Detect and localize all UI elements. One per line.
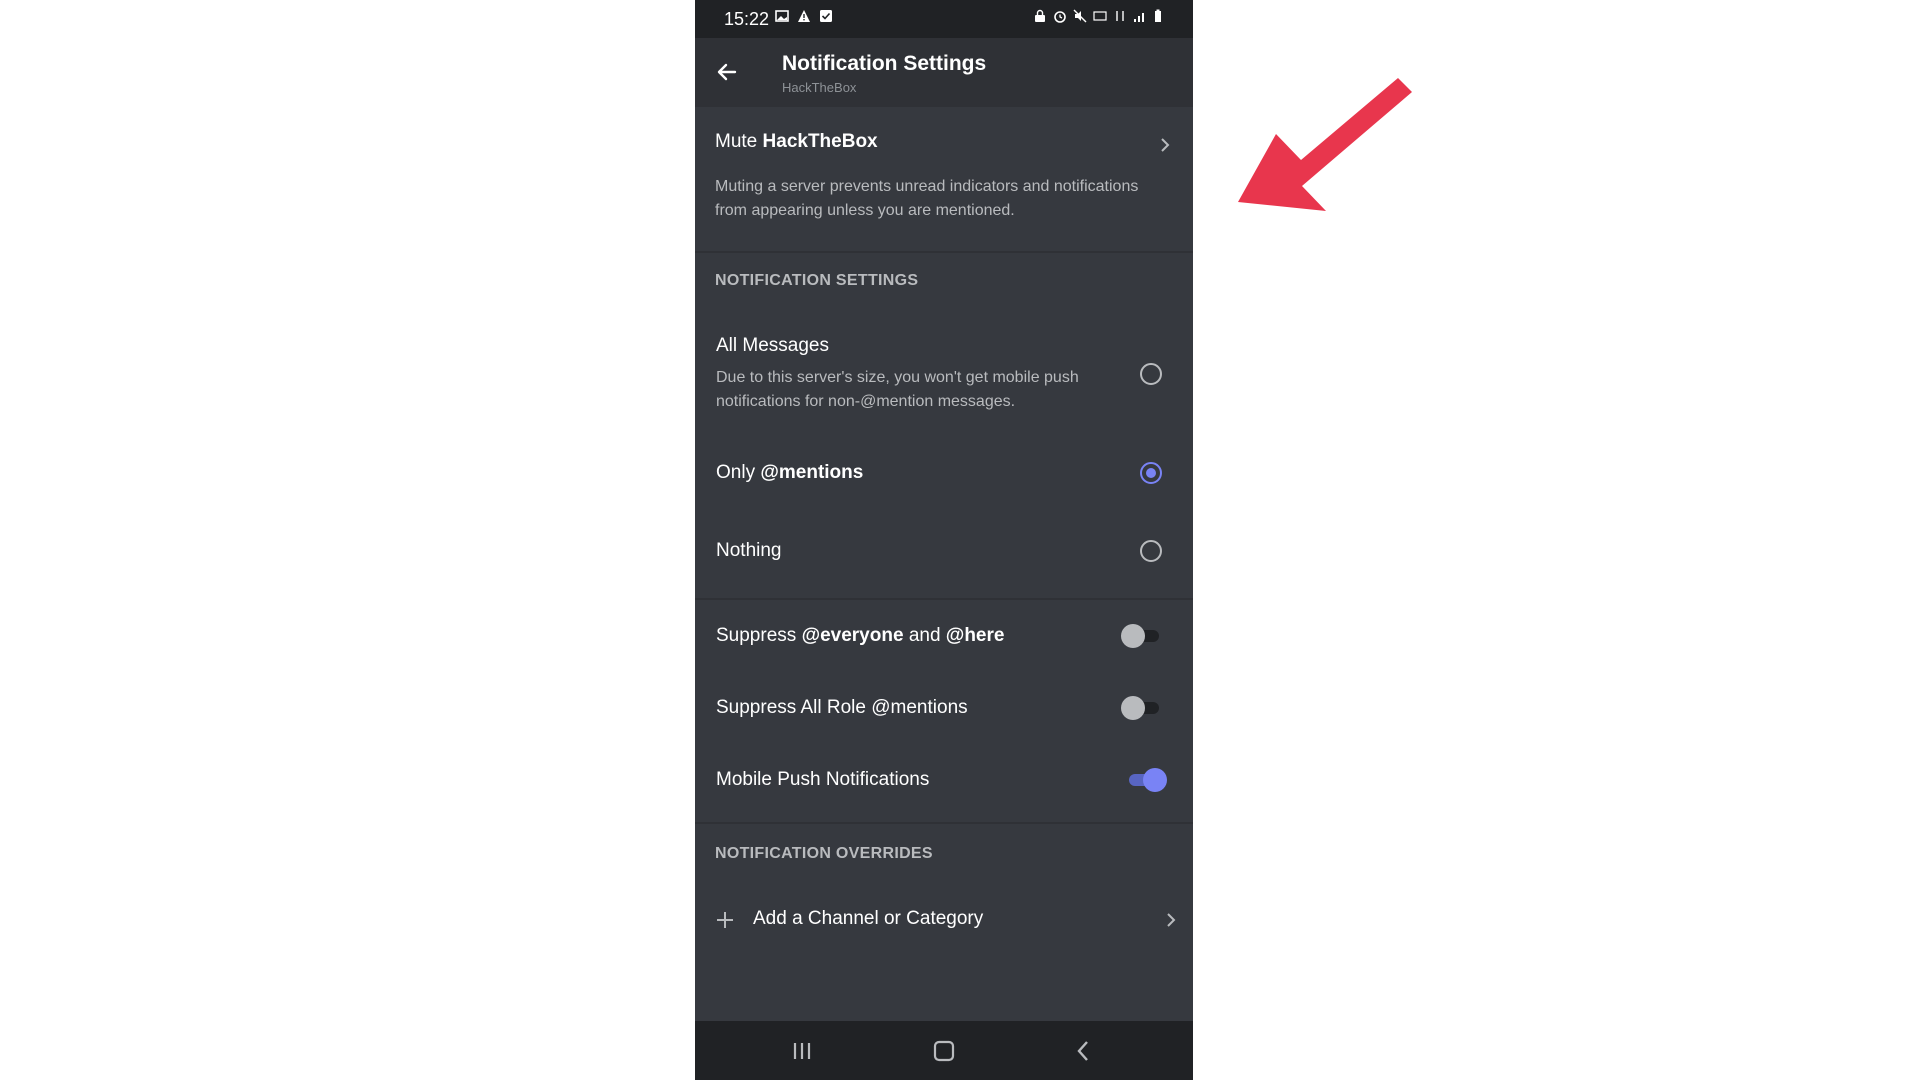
chevron-right-icon [1167, 913, 1176, 927]
mute-description: Muting a server prevents unread indicato… [715, 178, 1139, 219]
toggle-knob [1121, 696, 1145, 720]
battery-icon [1155, 9, 1161, 22]
back-arrow-icon[interactable] [715, 60, 739, 84]
add-channel-or-category-row[interactable]: Add a Channel or Category [695, 894, 1193, 946]
annotation-arrow-icon [1238, 78, 1412, 211]
label-bold: @here [945, 625, 1005, 646]
mute-title: Mute HackTheBox [715, 131, 878, 153]
divider [695, 598, 1193, 600]
page-subtitle: HackTheBox [782, 80, 857, 95]
nav-back-icon[interactable] [1070, 1038, 1098, 1064]
toggle-suppress-everyone[interactable] [1121, 624, 1161, 648]
section-label-notification-settings: NOTIFICATION SETTINGS [715, 272, 919, 289]
radio-only-mentions[interactable] [1140, 462, 1162, 484]
status-bar: 15:22 [695, 0, 1193, 38]
radio-nothing[interactable] [1140, 540, 1162, 562]
section-label-notification-overrides: NOTIFICATION OVERRIDES [715, 845, 933, 862]
status-icons-right [1033, 9, 1167, 23]
phone-screen: 15:22 Notification Settings HackTheBox M… [695, 0, 1193, 1080]
plus-icon [717, 912, 733, 928]
option-title-bold: @mentions [760, 462, 864, 483]
option-title: Only @mentions [716, 462, 863, 484]
row-suppress-everyone[interactable]: Suppress @everyone and @here [695, 610, 1193, 662]
mute-prefix: Mute [715, 131, 758, 152]
option-description: Due to this server's size, you won't get… [716, 369, 1079, 410]
checkbox-icon [820, 10, 832, 22]
gallery-icon [775, 10, 789, 22]
signal-icon [1134, 13, 1144, 22]
suppress-roles-label: Suppress All Role @mentions [716, 697, 968, 718]
option-title: Nothing [716, 540, 782, 561]
status-time: 15:22 [724, 9, 770, 29]
label-bold: @everyone [801, 625, 904, 646]
option-title: All Messages [716, 335, 829, 356]
row-mobile-push[interactable]: Mobile Push Notifications [695, 754, 1193, 806]
warning-icon [798, 10, 810, 22]
radio-all-messages[interactable] [1140, 363, 1162, 385]
alarm-icon [1054, 11, 1066, 23]
chevron-right-icon [1161, 138, 1170, 152]
mobile-push-label: Mobile Push Notifications [716, 769, 930, 790]
option-title-plain: Only [716, 462, 756, 483]
label-text: and [908, 625, 941, 646]
option-nothing[interactable]: Nothing [695, 528, 1193, 574]
toggle-mobile-push[interactable] [1127, 768, 1167, 792]
android-nav-bar [695, 1021, 1193, 1080]
page-title: Notification Settings [782, 52, 987, 75]
divider [695, 251, 1193, 253]
toggle-knob [1143, 768, 1167, 792]
volte-icon [1093, 11, 1107, 21]
app-header: Notification Settings HackTheBox [695, 38, 1193, 107]
recent-apps-icon[interactable] [788, 1038, 816, 1064]
label-text: Suppress [716, 625, 797, 646]
status-icons-left [775, 9, 833, 23]
mute-server-name: HackTheBox [762, 131, 878, 152]
add-channel-label: Add a Channel or Category [753, 908, 984, 929]
network-4g-icon [1116, 11, 1124, 21]
toggle-suppress-roles[interactable] [1121, 696, 1161, 720]
option-only-mentions[interactable]: Only @mentions [695, 450, 1193, 496]
toggle-knob [1121, 624, 1145, 648]
mute-server-row[interactable]: Mute HackTheBox Muting a server prevents… [695, 107, 1193, 251]
option-all-messages[interactable]: All Messages Due to this server's size, … [695, 323, 1193, 428]
row-suppress-roles[interactable]: Suppress All Role @mentions [695, 682, 1193, 734]
mute-icon [1073, 9, 1087, 23]
divider [695, 822, 1193, 824]
lock-icon [1035, 9, 1045, 22]
home-icon[interactable] [930, 1038, 958, 1064]
suppress-everyone-label: Suppress @everyone and @here [716, 625, 1004, 647]
